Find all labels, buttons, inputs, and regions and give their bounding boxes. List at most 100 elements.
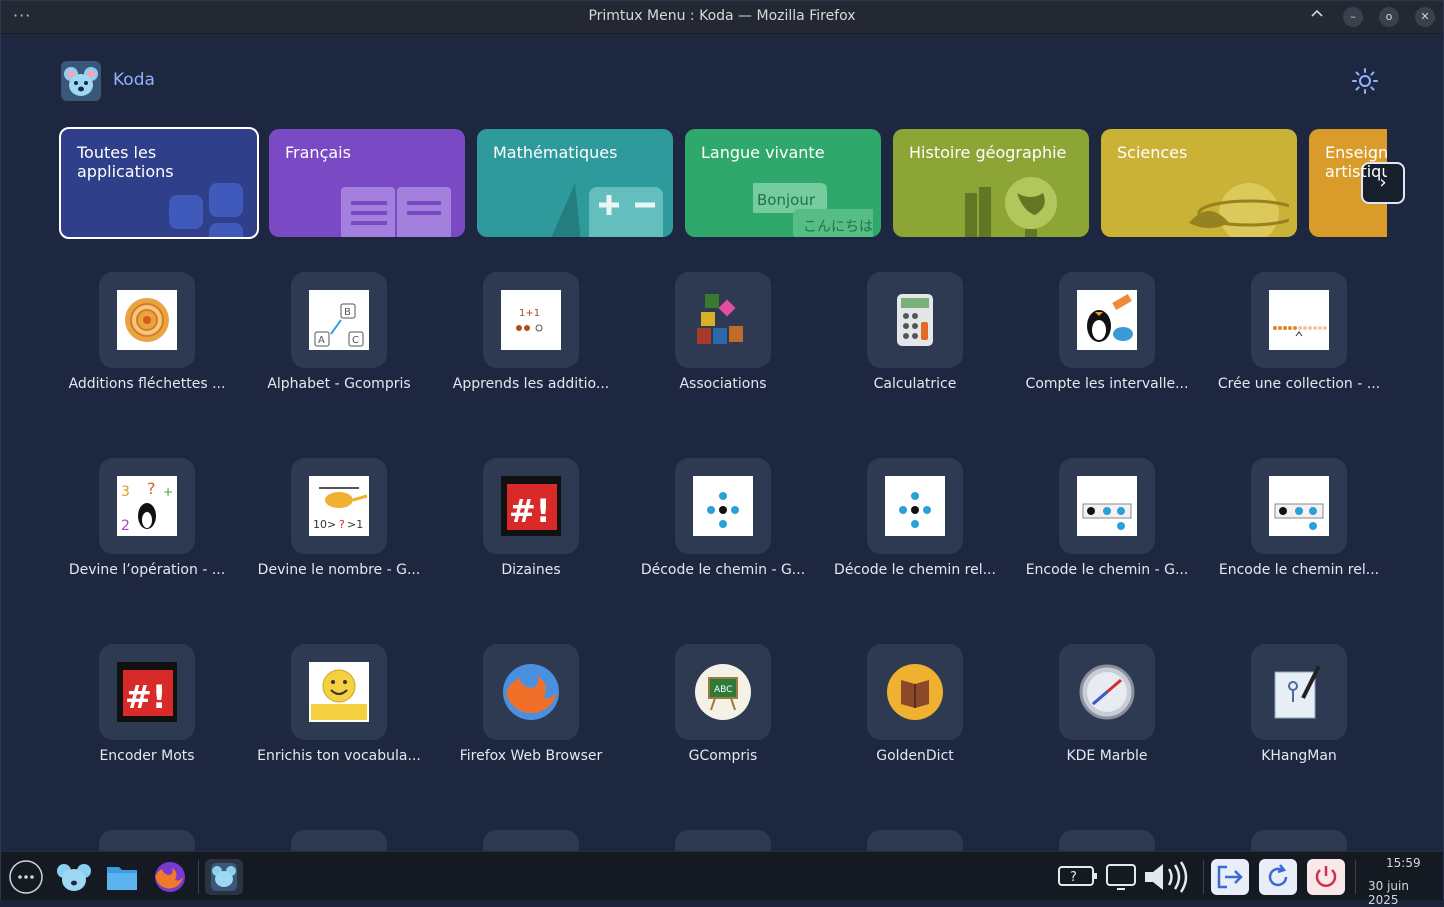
category-label: Enseignement artistique [1325, 143, 1387, 181]
app-partial[interactable] [1209, 830, 1389, 851]
app-cree-une-collection[interactable]: Crée une collection - ... [1209, 272, 1389, 392]
math-signs-icon [551, 183, 663, 237]
app-gcompris[interactable]: ABC GCompris [633, 644, 813, 764]
clock-time[interactable]: 15:59 [1386, 856, 1421, 870]
chevron-up-icon[interactable] [1307, 6, 1327, 26]
app-partial[interactable] [57, 830, 237, 851]
app-partial[interactable] [1017, 830, 1197, 851]
logout-icon[interactable] [1211, 859, 1249, 895]
app-kde-marble[interactable]: KDE Marble [1017, 644, 1197, 764]
path-grid-icon [1077, 476, 1137, 536]
app-partial[interactable] [249, 830, 429, 851]
app-partial[interactable] [633, 830, 813, 851]
app-khangman[interactable]: KHangMan [1209, 644, 1389, 764]
app-decode-le-chemin-relatif[interactable]: Décode le chemin rel... [825, 458, 1005, 578]
category-histoire-geographie[interactable]: Histoire géographie [893, 129, 1089, 237]
hash-exclaim-icon: #! [501, 476, 561, 536]
path-grid-icon [1269, 476, 1329, 536]
app-tile[interactable] [1059, 458, 1155, 554]
category-sciences[interactable]: Sciences [1101, 129, 1297, 237]
firefox-icon[interactable] [151, 859, 189, 895]
koala-icon[interactable] [205, 859, 243, 895]
restart-icon[interactable] [1259, 859, 1297, 895]
app-tile[interactable] [1059, 644, 1155, 740]
category-langue-vivante[interactable]: Langue vivante Bonjour こんにちは [685, 129, 881, 237]
app-enrichis-ton-vocabulaire[interactable]: Enrichis ton vocabula... [249, 644, 429, 764]
app-tile[interactable] [675, 458, 771, 554]
app-tile[interactable] [1059, 830, 1155, 851]
letters-icon: B A C [309, 290, 369, 350]
app-tile[interactable] [99, 272, 195, 368]
app-tile[interactable] [867, 458, 963, 554]
app-tile[interactable] [1059, 272, 1155, 368]
app-firefox-web-browser[interactable]: Firefox Web Browser [441, 644, 621, 764]
app-tile[interactable] [675, 830, 771, 851]
smiley-icon [309, 662, 369, 722]
app-tile[interactable] [483, 830, 579, 851]
app-encode-le-chemin-relatif[interactable]: Encode le chemin rel... [1209, 458, 1389, 578]
category-label: Toutes les applications [77, 143, 174, 181]
app-tile[interactable] [867, 644, 963, 740]
app-encode-le-chemin[interactable]: Encode le chemin - G... [1017, 458, 1197, 578]
app-menu-icon[interactable] [7, 859, 45, 895]
app-apprends-les-additions[interactable]: 1+1 Apprends les additio... [441, 272, 621, 392]
app-compte-les-intervalles[interactable]: Compte les intervalle... [1017, 272, 1197, 392]
app-additions-flechettes[interactable]: Additions fléchettes ... [57, 272, 237, 392]
app-label: GCompris [688, 748, 758, 764]
app-label: GoldenDict [876, 748, 954, 764]
brand-title[interactable]: Koda [113, 70, 155, 90]
app-tile[interactable] [1251, 272, 1347, 368]
help-icon[interactable]: ? [1057, 859, 1099, 895]
app-tile[interactable]: 1+1 [483, 272, 579, 368]
app-tile[interactable] [483, 644, 579, 740]
app-tile[interactable] [99, 830, 195, 851]
power-icon[interactable] [1307, 859, 1345, 895]
app-alphabet-gcompris[interactable]: B A C Alphabet - Gcompris [249, 272, 429, 392]
svg-text:?: ? [339, 518, 345, 531]
app-label: Encode le chemin rel... [1218, 562, 1380, 578]
konnichiwa-text: こんにちは [803, 219, 873, 235]
path-arrows-icon [693, 476, 753, 536]
app-tile[interactable]: #! [99, 644, 195, 740]
app-goldendict[interactable]: GoldenDict [825, 644, 1005, 764]
app-decode-le-chemin[interactable]: Décode le chemin - G... [633, 458, 813, 578]
app-tile[interactable]: B A C [291, 272, 387, 368]
app-partial[interactable] [441, 830, 621, 851]
app-tile[interactable] [291, 644, 387, 740]
app-devine-l-operation[interactable]: 3 ? 2 + Devine l’opération - ... [57, 458, 237, 578]
app-calculatrice[interactable]: Calculatrice [825, 272, 1005, 392]
koala-icon[interactable] [55, 859, 93, 895]
sun-icon[interactable] [1351, 67, 1379, 95]
app-tile[interactable] [291, 830, 387, 851]
close-icon[interactable]: ✕ [1415, 7, 1435, 27]
path-arrows-icon [885, 476, 945, 536]
app-label: Crée une collection - ... [1217, 376, 1381, 392]
volume-icon[interactable] [1143, 859, 1191, 895]
app-tile[interactable]: 10> ? >1 [291, 458, 387, 554]
maximize-icon[interactable]: o [1379, 7, 1399, 27]
svg-text:2: 2 [121, 518, 130, 534]
svg-text:#!: #! [125, 678, 166, 716]
display-icon[interactable] [1103, 859, 1141, 895]
app-tile[interactable] [1251, 458, 1347, 554]
app-tile[interactable] [1251, 644, 1347, 740]
category-mathematiques[interactable]: Mathématiques [477, 129, 673, 237]
app-tile[interactable]: 3 ? 2 + [99, 458, 195, 554]
app-label: KDE Marble [1066, 748, 1148, 764]
app-associations[interactable]: Associations [633, 272, 813, 392]
app-tile[interactable]: #! [483, 458, 579, 554]
app-tile[interactable] [1251, 830, 1347, 851]
category-francais[interactable]: Français [269, 129, 465, 237]
app-tile[interactable] [675, 272, 771, 368]
app-encoder-mots[interactable]: #! Encoder Mots [57, 644, 237, 764]
category-all[interactable]: Toutes les applications [59, 127, 259, 239]
minimize-icon[interactable]: – [1343, 7, 1363, 27]
app-devine-le-nombre[interactable]: 10> ? >1 Devine le nombre - G... [249, 458, 429, 578]
clock-date[interactable]: 30 juin 2025 [1368, 879, 1443, 907]
app-dizaines[interactable]: #! Dizaines [441, 458, 621, 578]
files-icon[interactable] [103, 859, 141, 895]
app-tile[interactable] [867, 830, 963, 851]
app-partial[interactable] [825, 830, 1005, 851]
app-tile[interactable] [867, 272, 963, 368]
app-tile[interactable]: ABC [675, 644, 771, 740]
